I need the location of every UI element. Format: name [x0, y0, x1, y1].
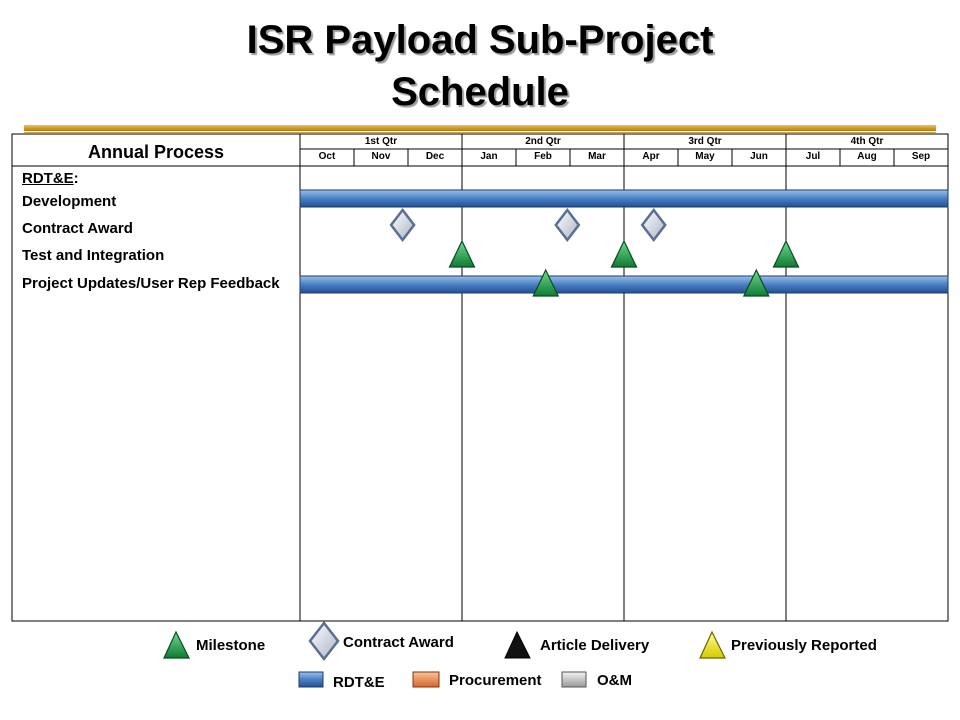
- project-updates-bar: [299, 275, 949, 294]
- annual-process-header: Annual Process: [87, 142, 225, 162]
- section-label-colon: :: [73, 170, 79, 187]
- legend-milestone-label: Milestone: [196, 637, 266, 654]
- quarter-label: 2nd Qtr: [525, 136, 561, 147]
- legend-previously-reported-label: Previously Reported: [731, 637, 877, 654]
- legend-procurement-label: Procurement: [449, 672, 542, 689]
- legend-milestone-icon: [163, 630, 190, 659]
- month-label: Jan: [480, 151, 498, 162]
- month-label: Feb: [534, 151, 552, 162]
- month-label: Mar: [588, 151, 606, 162]
- legend-procurement-swatch: [412, 671, 440, 688]
- legend-article-delivery-label: Article Delivery: [540, 637, 650, 654]
- quarter-label: 1st Qtr: [364, 136, 398, 147]
- schedule-grid: [11, 133, 949, 688]
- month-label: Aug: [857, 151, 877, 162]
- legend-previously-reported-icon: [699, 630, 726, 659]
- contract-award-diamond: [389, 207, 416, 243]
- contract-award-diamond: [554, 207, 581, 243]
- test-milestone-triangle: [448, 239, 476, 268]
- legend-contract-award-icon: [308, 620, 340, 662]
- legend-om-swatch: [561, 671, 587, 688]
- quarter-label: 4th Qtr: [850, 136, 884, 147]
- legend-contract-award-label: Contract Award: [343, 634, 454, 651]
- legend-article-delivery-icon: [504, 630, 531, 659]
- test-milestone-triangle: [772, 239, 800, 268]
- month-label: Jul: [805, 151, 821, 162]
- section-label-text: RDT&E: [22, 170, 74, 187]
- legend-rdte-label: RDT&E: [333, 674, 385, 691]
- month-label: Jun: [750, 151, 768, 162]
- month-label: Dec: [425, 151, 445, 162]
- month-label: May: [695, 151, 715, 162]
- month-label: Apr: [642, 151, 660, 162]
- test-milestone-triangle: [610, 239, 638, 268]
- month-label: Sep: [911, 151, 931, 162]
- development-bar: [299, 189, 949, 208]
- legend-om-label: O&M: [597, 672, 632, 689]
- quarter-label: 3rd Qtr: [688, 136, 722, 147]
- row-label-development: Development: [22, 193, 117, 210]
- section-label-rdte: RDT&E:: [22, 170, 79, 187]
- row-label-project-updates: Project Updates/User Rep Feedback: [22, 275, 280, 292]
- month-label: Oct: [318, 151, 336, 162]
- row-label-contract-award: Contract Award: [22, 220, 133, 237]
- row-label-test-integration: Test and Integration: [22, 247, 165, 264]
- contract-award-diamond: [640, 207, 667, 243]
- legend-rdte-swatch: [298, 671, 324, 688]
- month-label: Nov: [371, 151, 391, 162]
